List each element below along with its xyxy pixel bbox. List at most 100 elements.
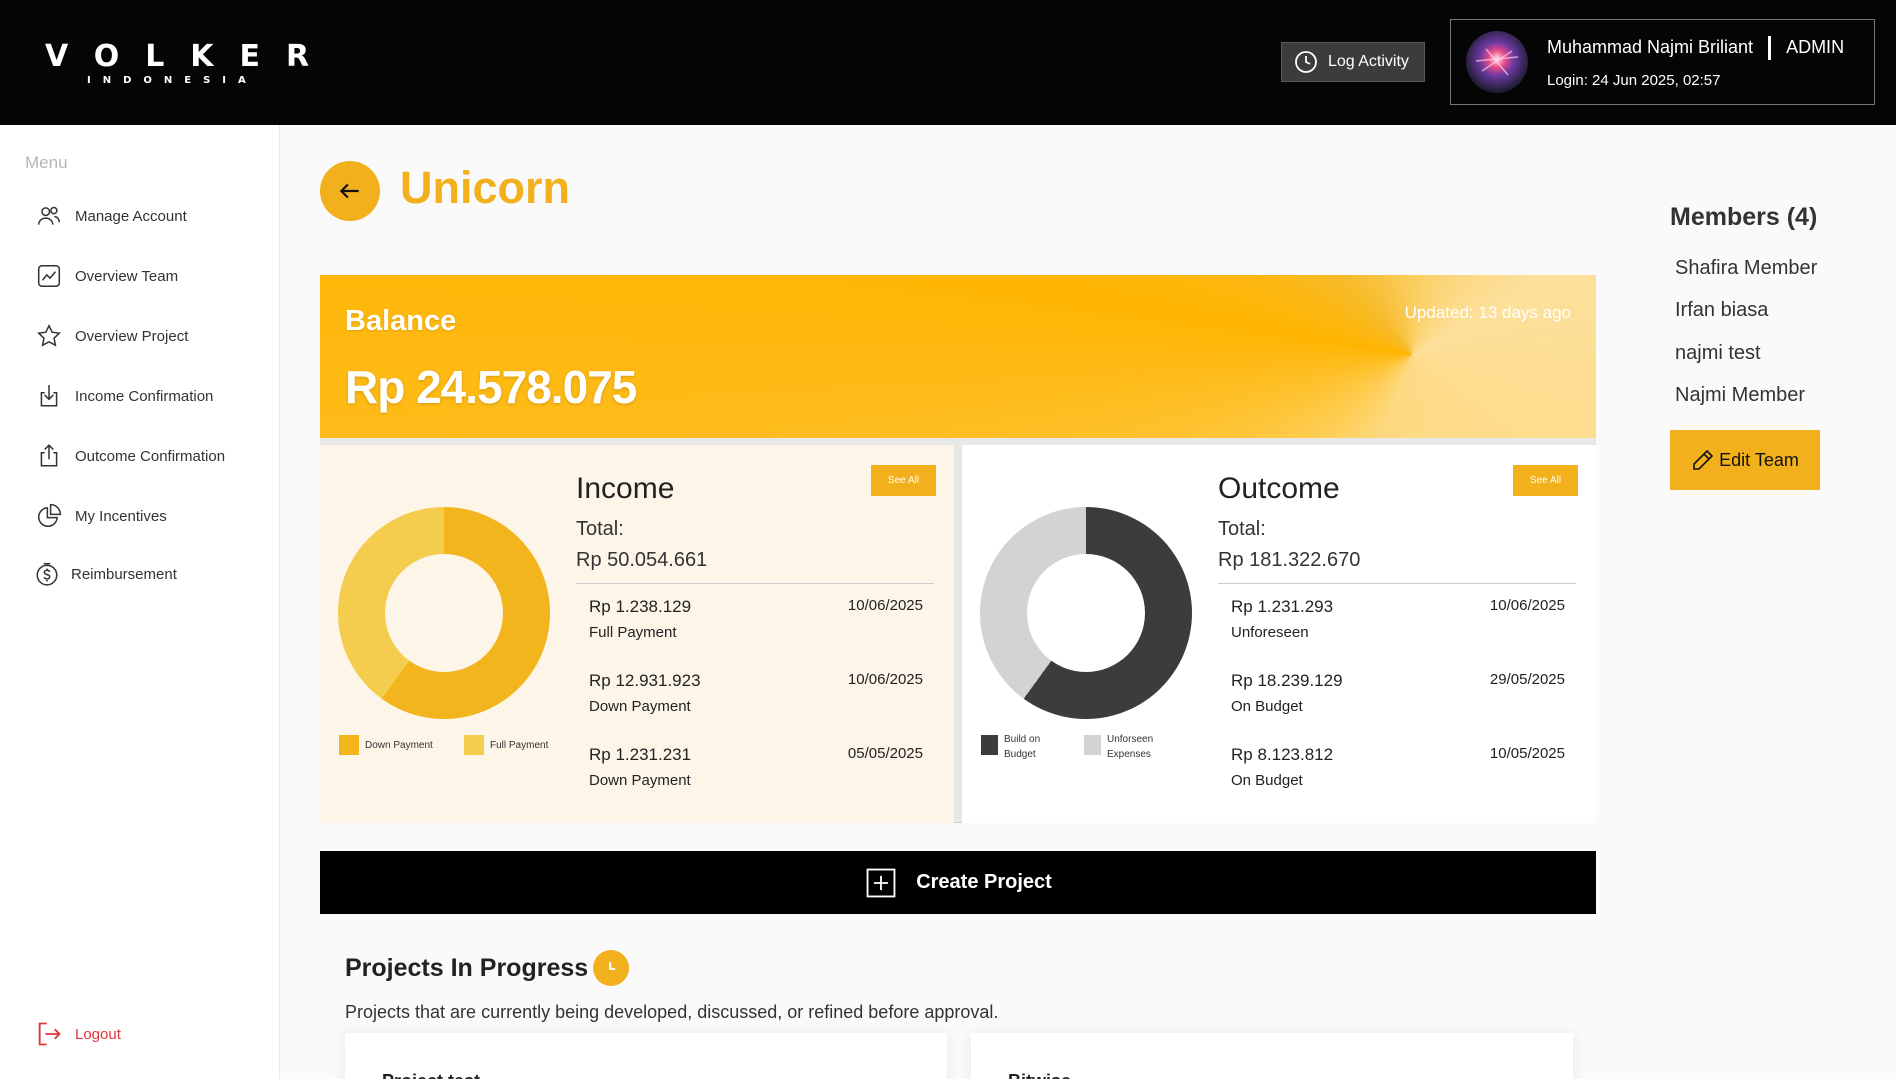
dollar-circle-icon	[33, 560, 61, 588]
transaction-type: Down Payment	[589, 698, 691, 715]
outcome-total-value: Rp 181.322.670	[1218, 549, 1361, 571]
edit-team-label: Edit Team	[1719, 449, 1799, 470]
outcome-title: Outcome	[1218, 472, 1340, 505]
transaction-date: 29/05/2025	[1489, 671, 1565, 688]
sidebar-item-my-incentives[interactable]: My Incentives	[35, 502, 167, 530]
members-title: Members (4)	[1670, 203, 1818, 231]
pencil-icon	[1693, 449, 1714, 470]
user-info: Muhammad Najmi Briliant ADMIN Login: 24 …	[1547, 35, 1845, 89]
legend-label: Unforseen	[1107, 734, 1154, 745]
volker-logo[interactable]: VOLKER INDONESIA	[45, 40, 335, 87]
divider	[576, 583, 934, 584]
income-total-label: Total:	[576, 518, 624, 540]
legend-label: Full Payment	[490, 740, 549, 751]
logout-button[interactable]: Logout	[35, 1020, 121, 1048]
balance-label: Balance	[345, 305, 457, 337]
income-donut-chart	[338, 507, 550, 719]
sidebar-item-outcome-confirmation[interactable]: Outcome Confirmation	[35, 442, 225, 470]
project-card-title: Bitwise	[1008, 1071, 1071, 1079]
transaction-date: 10/06/2025	[847, 671, 923, 688]
sidebar-item-label: Overview Team	[75, 267, 179, 285]
page-title: Unicorn	[400, 162, 571, 213]
member-item: najmi test	[1675, 342, 1761, 364]
log-activity-button[interactable]: Log Activity	[1281, 42, 1425, 82]
sidebar: Menu Manage Account Overview Team Overvi…	[0, 125, 280, 1079]
clock-icon	[1295, 51, 1317, 73]
project-card[interactable]: Bitwise	[971, 1033, 1573, 1079]
balance-updated: Updated: 13 days ago	[1404, 303, 1571, 322]
download-icon	[35, 382, 63, 410]
outcome-transaction[interactable]: Rp 1.231.293 Unforeseen 10/06/2025	[1231, 597, 1565, 641]
create-project-button[interactable]: Create Project	[320, 851, 1596, 914]
outcome-card: Build on Budget Unforseen Expenses Outcome…	[962, 445, 1596, 823]
sidebar-item-label: My Incentives	[75, 507, 167, 525]
member-item: Shafira Member	[1675, 257, 1818, 279]
legend-swatch	[339, 735, 359, 755]
logout-icon	[35, 1020, 63, 1048]
outcome-see-all-button[interactable]: See All	[1513, 465, 1578, 496]
sidebar-item-income-confirmation[interactable]: Income Confirmation	[35, 382, 213, 410]
sidebar-item-reimbursement[interactable]: Reimbursement	[33, 560, 177, 588]
legend-label: Down Payment	[365, 740, 433, 751]
transaction-type: Full Payment	[589, 624, 677, 641]
chart-line-icon	[35, 262, 63, 290]
projects-in-progress-title: Projects In Progress	[345, 954, 589, 982]
menu-title: Menu	[25, 153, 68, 172]
sidebar-item-label: Overview Project	[75, 327, 189, 345]
sidebar-item-label: Manage Account	[75, 207, 187, 225]
income-see-all-button[interactable]: See All	[871, 465, 936, 496]
users-icon	[35, 202, 63, 230]
project-card-title: Project test	[382, 1071, 480, 1079]
plus-square-icon	[866, 868, 896, 897]
user-profile-box[interactable]: Muhammad Najmi Briliant ADMIN Login: 24 …	[1450, 19, 1875, 105]
user-name: Muhammad Najmi Briliant	[1547, 37, 1754, 57]
divider	[1218, 583, 1576, 584]
login-time: Login: 24 Jun 2025, 02:57	[1547, 71, 1721, 89]
income-card: Down Payment Full Payment Income See All…	[320, 445, 954, 823]
income-legend-item: Full Payment	[464, 735, 548, 755]
legend-swatch	[1084, 735, 1101, 755]
transaction-type: On Budget	[1231, 698, 1303, 715]
transaction-date: 10/06/2025	[847, 597, 923, 614]
sidebar-item-overview-team[interactable]: Overview Team	[35, 262, 178, 290]
top-header: VOLKER INDONESIA Log Activity Muhammad N…	[0, 0, 1896, 125]
income-total-value: Rp 50.054.661	[576, 549, 708, 571]
outcome-legend-item: Build on Budget	[981, 734, 1040, 762]
legend-label: Budget	[1004, 749, 1036, 760]
outcome-legend-item: Unforseen Expenses	[1084, 734, 1154, 762]
sidebar-item-label: Outcome Confirmation	[75, 447, 226, 465]
project-card[interactable]: Project test	[345, 1033, 947, 1079]
income-legend-item: Down Payment	[339, 735, 433, 755]
logout-label: Logout	[75, 1025, 121, 1043]
income-transaction[interactable]: Rp 1.231.231 Down Payment 05/05/2025	[589, 745, 923, 789]
income-title: Income	[576, 472, 675, 505]
outcome-total-label: Total:	[1218, 518, 1266, 540]
back-button[interactable]	[320, 161, 380, 221]
clock-icon	[593, 950, 629, 986]
sidebar-item-manage-account[interactable]: Manage Account	[35, 202, 187, 230]
transaction-type: Unforeseen	[1231, 624, 1309, 641]
edit-team-button[interactable]: Edit Team	[1670, 430, 1820, 490]
member-item: Irfan biasa	[1675, 299, 1769, 321]
create-project-label: Create Project	[916, 871, 1052, 893]
balance-card: Balance Rp 24.578.075 Updated: 13 days a…	[320, 275, 1596, 438]
outcome-donut-chart	[980, 507, 1192, 719]
outcome-transaction[interactable]: Rp 18.239.129 On Budget 29/05/2025	[1231, 671, 1565, 715]
legend-swatch	[464, 735, 484, 755]
sidebar-item-label: Income Confirmation	[75, 387, 214, 405]
income-transaction[interactable]: Rp 1.238.129 Full Payment 10/06/2025	[589, 597, 923, 641]
avatar[interactable]	[1466, 31, 1528, 93]
transaction-type: On Budget	[1231, 772, 1303, 789]
sidebar-item-label: Reimbursement	[71, 565, 177, 583]
upload-icon	[35, 442, 63, 470]
projects-description: Projects that are currently being develo…	[345, 1002, 999, 1022]
sidebar-item-overview-project[interactable]: Overview Project	[35, 322, 188, 350]
balance-value: Rp 24.578.075	[345, 361, 637, 413]
member-item: Najmi Member	[1675, 384, 1806, 406]
arrow-left-icon	[339, 183, 359, 199]
outcome-transaction[interactable]: Rp 8.123.812 On Budget 10/05/2025	[1231, 745, 1565, 789]
income-transaction[interactable]: Rp 12.931.923 Down Payment 10/06/2025	[589, 671, 923, 715]
user-role: ADMIN	[1786, 37, 1845, 57]
logo-subtitle: INDONESIA	[87, 75, 258, 86]
pie-chart-icon	[35, 502, 63, 530]
